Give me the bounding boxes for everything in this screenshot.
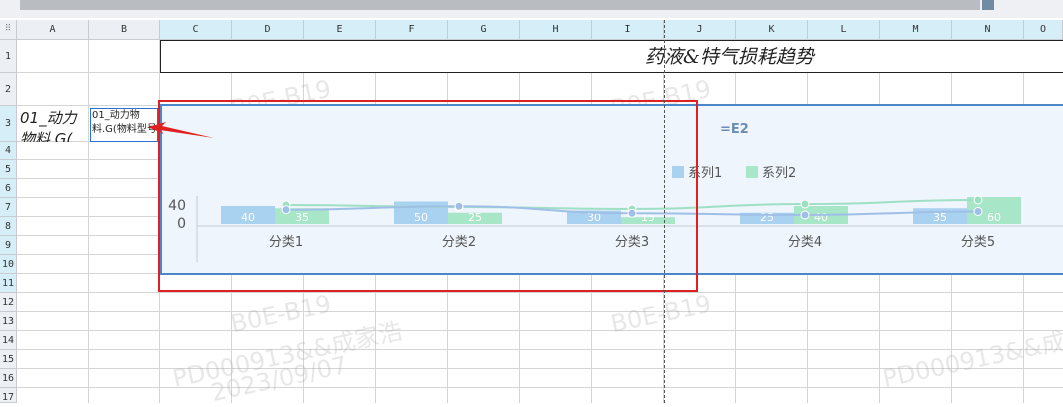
- annotation-arrow: [148, 122, 214, 138]
